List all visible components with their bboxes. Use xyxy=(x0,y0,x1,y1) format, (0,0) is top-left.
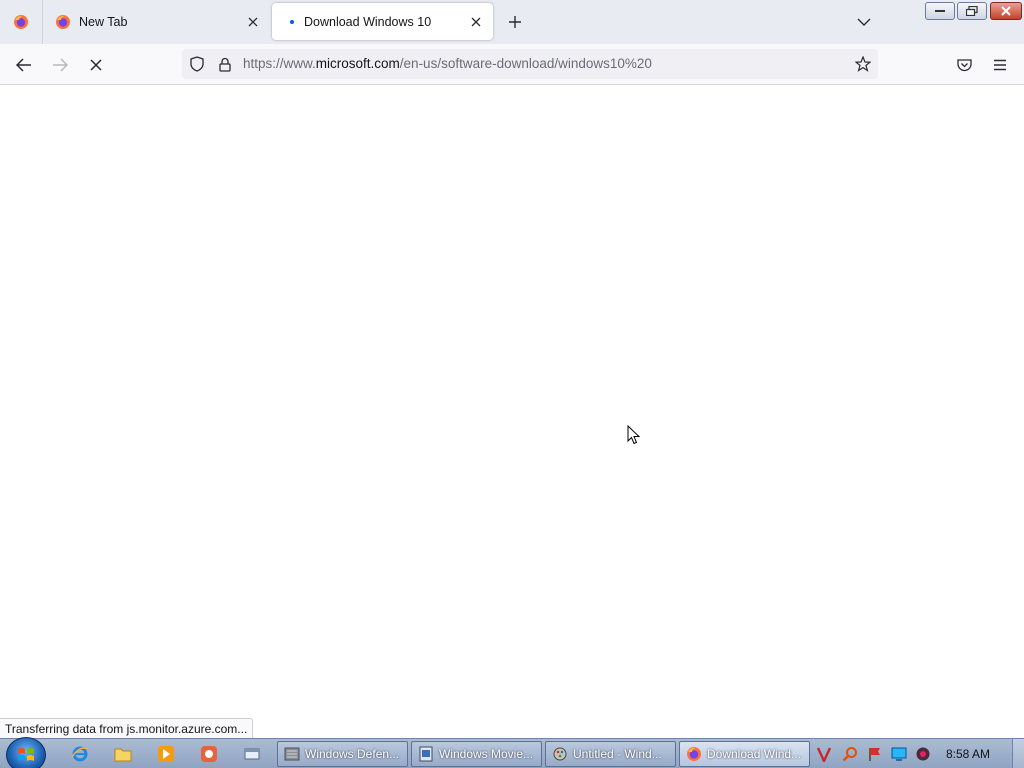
app-menu-button[interactable] xyxy=(987,52,1013,78)
show-desktop-button[interactable] xyxy=(1012,739,1024,768)
pocket-icon xyxy=(956,59,972,72)
firefox-view-button[interactable] xyxy=(0,0,43,44)
back-arrow-icon xyxy=(16,58,31,72)
movie-maker-icon xyxy=(418,746,434,762)
explorer-quicklaunch[interactable] xyxy=(113,744,133,764)
plus-icon xyxy=(509,16,521,28)
forward-button[interactable] xyxy=(47,52,73,78)
minimize-icon xyxy=(935,10,945,12)
taskbar-clock[interactable]: 8:58 AM xyxy=(946,747,990,761)
url-text[interactable]: https://www.microsoft.com/en-us/software… xyxy=(243,56,652,71)
taskbar-item-label: Windows Movie... xyxy=(439,747,534,761)
taskbar-item-label: Windows Defen... xyxy=(305,747,400,761)
pocket-button[interactable] xyxy=(951,52,977,78)
windows-taskbar: Windows Defen... Windows Movie... Untitl… xyxy=(0,737,1024,768)
app-icon xyxy=(201,746,217,762)
restore-window-button[interactable] xyxy=(957,2,987,20)
forward-arrow-icon xyxy=(53,58,68,72)
taskbar-item-windows-defender[interactable]: Windows Defen... xyxy=(277,741,408,767)
tab-download-windows-10[interactable]: Download Windows 10 xyxy=(272,3,493,40)
page-content xyxy=(0,85,1024,738)
navigation-toolbar: https://www.microsoft.com/en-us/software… xyxy=(0,44,1024,85)
firefox-icon xyxy=(56,15,70,29)
lock-icon[interactable] xyxy=(214,53,236,75)
windows-logo-icon xyxy=(18,748,34,761)
tray-antivirus-icon[interactable] xyxy=(815,745,833,763)
taskbar-item-label: Untitled - Wind... xyxy=(573,747,662,761)
url-path: /en-us/software-download/windows10%20 xyxy=(399,56,652,71)
taskbar-item-label: Download Wind... xyxy=(707,747,802,761)
taskbar-item-paint[interactable]: Untitled - Wind... xyxy=(545,741,676,767)
start-button[interactable] xyxy=(6,737,46,768)
firefox-icon xyxy=(686,746,702,762)
bookmark-star-icon[interactable] xyxy=(852,53,874,75)
close-tab-icon[interactable] xyxy=(465,11,487,33)
list-all-tabs-button[interactable] xyxy=(852,10,876,34)
stop-loading-button[interactable] xyxy=(83,52,109,78)
defender-icon xyxy=(284,746,300,762)
tray-display-icon[interactable] xyxy=(890,745,908,763)
media-player-icon xyxy=(158,746,174,762)
new-tab-button[interactable] xyxy=(503,10,527,34)
loading-indicator-icon xyxy=(290,19,294,24)
show-desktop-quicklaunch[interactable] xyxy=(242,744,262,764)
internet-explorer-icon xyxy=(71,746,89,762)
status-panel: Transferring data from js.monitor.azure.… xyxy=(0,718,254,738)
firefox-icon xyxy=(14,15,28,29)
close-window-button[interactable] xyxy=(990,2,1022,20)
close-tab-icon[interactable] xyxy=(242,11,264,33)
back-button[interactable] xyxy=(11,52,37,78)
restore-icon xyxy=(966,6,978,16)
media-player-quicklaunch[interactable] xyxy=(156,744,176,764)
chevron-down-icon xyxy=(857,18,871,26)
taskbar-item-windows-movie-maker[interactable]: Windows Movie... xyxy=(411,741,542,767)
tray-search-icon[interactable] xyxy=(841,745,859,763)
tab-new-tab[interactable]: New Tab xyxy=(43,0,270,44)
tab-title: New Tab xyxy=(79,15,128,29)
tab-strip: New Tab Download Windows 10 xyxy=(0,0,1024,45)
paint-icon xyxy=(552,746,568,762)
stop-icon xyxy=(90,59,102,71)
tab-title: Download Windows 10 xyxy=(304,14,432,29)
app-quicklaunch[interactable] xyxy=(199,744,219,764)
internet-explorer-quicklaunch[interactable] xyxy=(70,744,90,764)
folder-icon xyxy=(114,748,132,762)
window-icon xyxy=(244,748,260,760)
address-bar[interactable]: https://www.microsoft.com/en-us/software… xyxy=(182,49,878,79)
hamburger-menu-icon xyxy=(994,59,1006,71)
close-icon xyxy=(1001,6,1011,16)
url-scheme: https://www. xyxy=(243,56,316,71)
taskbar-item-firefox[interactable]: Download Wind... xyxy=(679,741,810,767)
url-host: microsoft.com xyxy=(315,56,400,71)
mouse-cursor-icon xyxy=(627,425,641,445)
tracking-protection-icon[interactable] xyxy=(186,53,208,75)
tray-volume-icon[interactable] xyxy=(914,745,932,763)
minimize-window-button[interactable] xyxy=(925,2,955,20)
tray-action-center-flag-icon[interactable] xyxy=(866,745,884,763)
